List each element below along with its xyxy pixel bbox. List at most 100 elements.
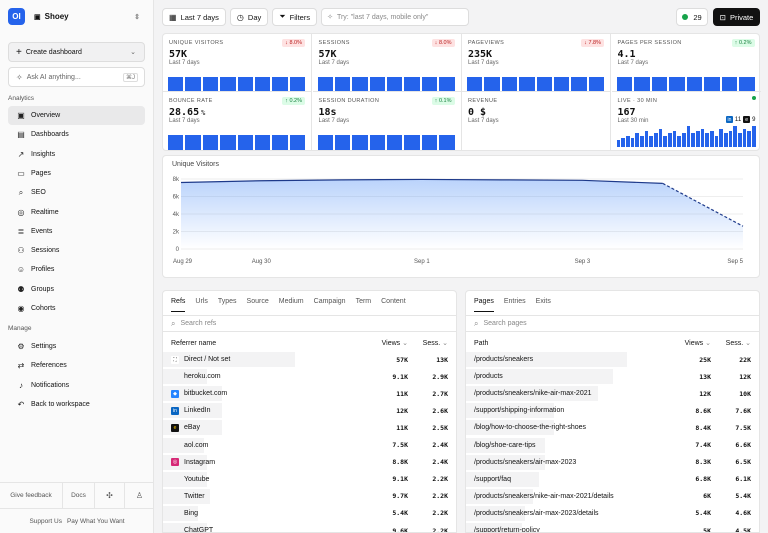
table-row[interactable]: Bing 5.4K 2.2K	[163, 505, 456, 522]
metric-card[interactable]: LIVE · 30 MIN 167 Last 30 min in 11 e 9	[612, 92, 761, 150]
tab-term[interactable]: Term	[356, 298, 372, 312]
ai-filter-input[interactable]: ✧ Try: "last 7 days, mobile only"	[321, 8, 470, 26]
metric-bar	[168, 134, 184, 150]
ask-ai-input[interactable]: ✧ Ask AI anything... ⌘J	[8, 67, 145, 87]
tab-entries[interactable]: Entries	[504, 298, 526, 312]
metric-card[interactable]: REVENUE 0 $ Last 7 days	[462, 92, 611, 150]
table-row[interactable]: /products/sneakers 25K 22K	[466, 351, 759, 368]
table-row[interactable]: /products 13K 12K	[466, 368, 759, 385]
metric-card[interactable]: SESSIONS ↓ 8.0% 57K Last 7 days	[312, 34, 462, 92]
sidebar-item-back-to-workspace[interactable]: ↶ Back to workspace	[8, 395, 145, 414]
sidebar-item-realtime[interactable]: ◎ Realtime	[8, 203, 145, 222]
tab-content[interactable]: Content	[381, 298, 406, 312]
row-sessions: 5.4K	[735, 492, 751, 501]
clock-icon: ◷	[236, 12, 244, 22]
sidebar-item-cohorts[interactable]: ◉ Cohorts	[8, 299, 145, 318]
refs-search-input[interactable]: ⌕ Search refs	[163, 315, 456, 332]
table-row[interactable]: heroku.com 9.1K 2.9K	[163, 368, 456, 385]
metric-card[interactable]: SESSION DURATION ↑ 0.1% 18s Last 7 days	[313, 92, 462, 150]
table-row[interactable]: ⛶ Direct / Not set 57K 13K	[163, 351, 456, 368]
live-visitors-button[interactable]: 29	[676, 8, 708, 26]
table-row[interactable]: /products/sneakers/nike-air-max-2021/det…	[466, 488, 759, 505]
table-row[interactable]: ◆ bitbucket.com 11K 2.7K	[163, 385, 456, 402]
give-feedback-button[interactable]: Give feedback	[0, 483, 63, 508]
table-row[interactable]: /support/shipping-information 8.6K 7.6K	[466, 402, 759, 419]
table-row[interactable]: e eBay 11K 2.5K	[163, 419, 456, 436]
sidebar-item-overview[interactable]: ▣ Overview	[8, 106, 145, 125]
support-link[interactable]: Support Us	[29, 518, 62, 525]
live-bar	[639, 135, 644, 147]
tab-refs[interactable]: Refs	[171, 298, 186, 312]
filters-button[interactable]: ⏷ Filters	[272, 8, 318, 26]
tab-campaign[interactable]: Campaign	[314, 298, 346, 312]
sidebar-item-settings[interactable]: ⚙ Settings	[8, 337, 145, 356]
table-row[interactable]: /support/return-policy 5K 4.5K	[466, 522, 759, 532]
table-row[interactable]: /blog/shoe-care-tips 7.4K 6.6K	[466, 437, 759, 454]
table-row[interactable]: ◎ Instagram 8.8K 2.4K	[163, 454, 456, 471]
tab-types[interactable]: Types	[218, 298, 237, 312]
metric-change: 7.8%	[588, 40, 601, 46]
metric-bar	[387, 134, 403, 150]
sidebar-item-events[interactable]: ≣ Events	[8, 222, 145, 241]
app-logo[interactable]: OI	[8, 8, 25, 25]
row-name: ChatGPT	[184, 527, 214, 533]
metric-sparkbars	[467, 74, 606, 91]
live-bar	[681, 133, 686, 147]
sidebar-item-groups[interactable]: ⚉ Groups	[8, 280, 145, 299]
table-row[interactable]: in LinkedIn 12K 2.6K	[163, 402, 456, 419]
row-name: /products/sneakers/air-max-2023/details	[474, 509, 599, 517]
metric-bar	[254, 134, 271, 150]
table-row[interactable]: /products/sneakers/air-max-2023 8.3K 6.5K	[466, 454, 759, 471]
theme-icon[interactable]: ✣	[95, 483, 125, 508]
table-row[interactable]: /support/faq 6.8K 6.1K	[466, 471, 759, 488]
table-row[interactable]: Twitter 9.7K 2.2K	[163, 488, 456, 505]
instagram-icon: ◎	[171, 458, 179, 467]
metric-bar	[334, 77, 351, 91]
row-name-cell: aol.com	[171, 441, 209, 449]
table-row[interactable]: Youtube 9.1K 2.2K	[163, 471, 456, 488]
sidebar-item-references[interactable]: ⇄ References	[8, 356, 145, 375]
metric-bar	[387, 77, 403, 91]
table-row[interactable]: /blog/how-to-choose-the-right-shoes 8.4K 7…	[466, 419, 759, 436]
metric-card[interactable]: PAGEVIEWS ↓ 7.8% 235K Last 7 days	[462, 34, 611, 92]
column-sessions[interactable]: Sess. ⌄	[726, 339, 751, 347]
create-dashboard-button[interactable]: + Create dashboard ⌄	[8, 42, 145, 62]
metric-change: 0.2%	[738, 40, 752, 46]
tab-pages[interactable]: Pages	[474, 298, 494, 312]
user-icon[interactable]: ♙	[125, 483, 154, 508]
metric-label: BOUNCE RATE	[169, 98, 213, 104]
sidebar-item-insights[interactable]: ↗ Insights	[8, 145, 145, 164]
pages-search-input[interactable]: ⌕ Search pages	[466, 315, 759, 332]
tab-source[interactable]: Source	[247, 298, 269, 312]
tab-urls[interactable]: Urls	[195, 298, 207, 312]
column-views[interactable]: Views ⌄	[382, 339, 408, 347]
table-row[interactable]: ChatGPT 9.6K 2.2K	[163, 522, 456, 533]
sidebar-item-profiles[interactable]: ☺ Profiles	[8, 260, 145, 279]
sidebar-item-pages[interactable]: ▭ Pages	[8, 164, 145, 183]
table-row[interactable]: aol.com 7.5K 2.4K	[163, 437, 456, 454]
metric-card[interactable]: BOUNCE RATE ↑ 0.2% 28.65% Last 7 days	[163, 92, 312, 150]
tab-exits[interactable]: Exits	[536, 298, 551, 312]
docs-link[interactable]: Docs	[63, 483, 95, 508]
sidebar-item-seo[interactable]: ⌕ SEO	[8, 183, 145, 202]
project-selector[interactable]: ▣ Shoey ⇕	[34, 9, 144, 24]
interval-button[interactable]: ◷ Day	[229, 8, 269, 26]
column-views[interactable]: Views ⌄	[685, 339, 711, 347]
table-row[interactable]: /products/sneakers/nike-air-max-2021 12K 1…	[466, 385, 759, 402]
row-sessions: 6.5K	[735, 458, 751, 467]
metric-card[interactable]: PAGES PER SESSION ↑ 0.2% 4.1 Last 7 days	[611, 34, 761, 92]
pay-link[interactable]: Pay What You Want	[67, 518, 125, 525]
tab-medium[interactable]: Medium	[279, 298, 304, 312]
metric-card[interactable]: UNIQUE VISITORS ↓ 8.0% 57K Last 7 days	[163, 34, 312, 92]
private-button[interactable]: ⊡ Private	[713, 8, 760, 26]
row-sessions: 2.2K	[432, 526, 448, 533]
plus-icon: +	[16, 46, 22, 58]
column-sessions[interactable]: Sess. ⌄	[423, 339, 448, 347]
column-name: Path	[474, 339, 489, 347]
date-range-button[interactable]: ▦ Last 7 days	[162, 8, 226, 26]
row-views: 12K	[396, 406, 408, 415]
sidebar-item-notifications[interactable]: ♪ Notifications	[8, 376, 145, 395]
sidebar-item-sessions[interactable]: ⚇ Sessions	[8, 241, 145, 260]
sidebar-item-dashboards[interactable]: ▤ Dashboards	[8, 125, 145, 144]
table-row[interactable]: /products/sneakers/air-max-2023/details 5…	[466, 505, 759, 522]
